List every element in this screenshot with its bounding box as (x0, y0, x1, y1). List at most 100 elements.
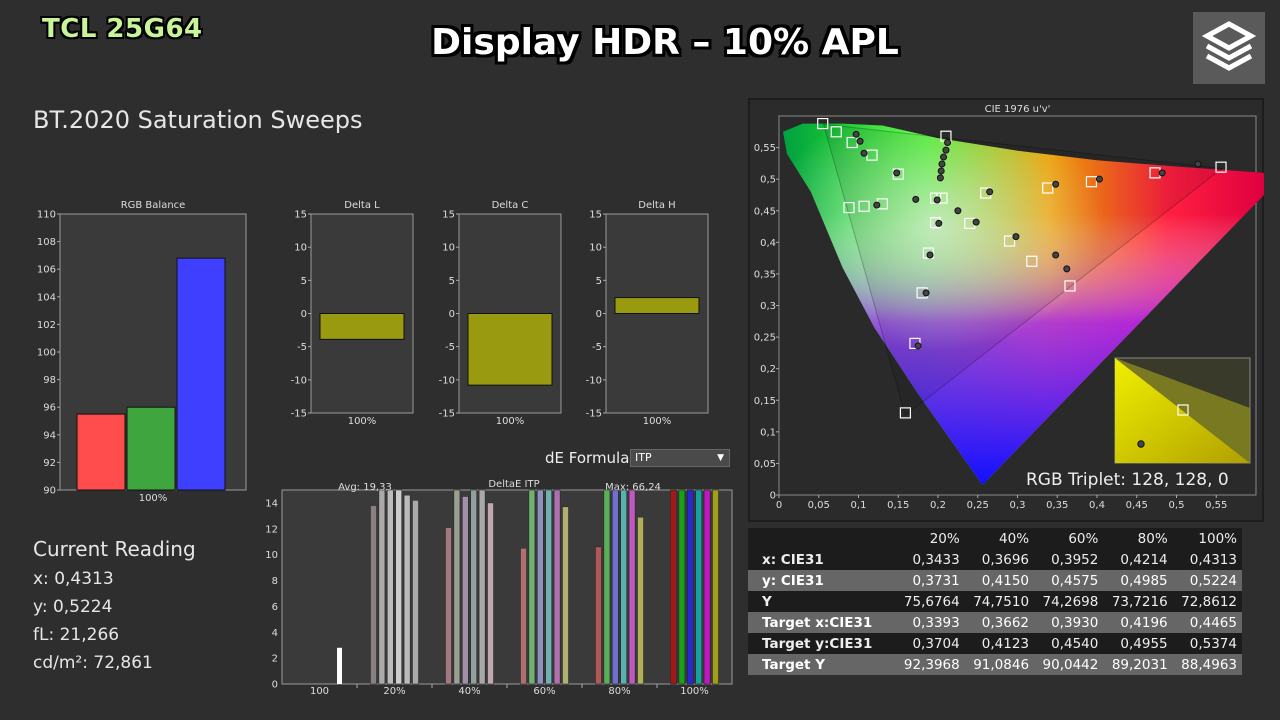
delta-l-ytick-label: 5 (301, 276, 307, 287)
delta-l-ytick-label: -5 (297, 342, 307, 353)
deltae-bar (628, 489, 636, 685)
cie-xtick-label: 0,15 (887, 500, 909, 511)
cie-measured-marker (944, 139, 952, 147)
delta-l-ytick-label: 0 (301, 309, 307, 320)
deltae-bar (595, 546, 602, 685)
cie-ytick-label: 0,2 (760, 364, 776, 375)
deltae-bar (703, 489, 711, 685)
cie-xtick-label: 0,1 (851, 500, 867, 511)
deltae-bar (562, 506, 569, 685)
de-formula-select[interactable]: ITP ▼ (630, 449, 730, 467)
delta-h-ytick-label: -15 (586, 409, 602, 420)
cie-xtick-label: 0,25 (967, 500, 989, 511)
delta-c-xtick-label: 100% (496, 416, 525, 427)
cie-measured-marker (1194, 160, 1202, 168)
table-row-label: y: CIE31 (748, 570, 896, 591)
deltae-bar (453, 489, 461, 685)
reading-cd: cd/m²: 72,861 (33, 653, 153, 673)
deltae-bar (445, 527, 452, 685)
table-cell: 0,4465 (1172, 612, 1242, 633)
de-formula-label: dE Formula: (545, 449, 635, 467)
rgb-balance-bar (176, 257, 226, 491)
cie-measured-marker (914, 342, 922, 350)
delta-l-title: Delta L (344, 200, 380, 211)
cie-measured-marker (936, 174, 944, 182)
deltae-ytick-label: 6 (272, 602, 278, 613)
cie-ytick-label: 0,05 (754, 459, 776, 470)
reading-y: y: 0,5224 (33, 597, 113, 617)
deltae-bar (395, 489, 402, 685)
cie-measured-marker (922, 289, 930, 297)
deltae-bar (687, 489, 694, 685)
reading-fl: fL: 21,266 (33, 625, 120, 645)
rgb-balance-ytick-label: 90 (43, 486, 56, 497)
delta-c-ytick-label: 0 (449, 309, 455, 320)
deltae-bar (337, 647, 342, 684)
table-row: y: CIE31 0,3731 0,4150 0,4575 0,4985 0,5224 (748, 570, 1242, 591)
cie-measured-marker (1052, 180, 1060, 188)
delta-c-ytick-label: -5 (445, 342, 455, 353)
table-cell: 75,6764 (903, 593, 960, 610)
cie-measured-marker (893, 169, 901, 177)
deltae-title: DeltaE ITP (488, 479, 539, 490)
table-row: x: CIE31 0,3433 0,3696 0,3952 0,4214 0,4313 (748, 549, 1242, 570)
table-cell: 88,4963 (1172, 654, 1242, 675)
chevron-down-icon: ▼ (717, 453, 724, 463)
deltae-bar (637, 516, 644, 685)
table-cell: 74,7510 (973, 593, 1030, 610)
deltae-bar (378, 489, 386, 685)
deltae-xtick-label: 40% (458, 686, 480, 697)
deltae-bar (478, 489, 486, 685)
cie-ytick-label: 0,3 (760, 301, 776, 312)
deltae-bar (403, 494, 411, 685)
cie-inset-measured-marker (1137, 440, 1145, 448)
cie-measured-marker (942, 146, 950, 154)
deltae-bar (678, 489, 686, 685)
cie-measured-marker (860, 149, 868, 157)
cie-measured-marker (912, 195, 920, 203)
delta-l-ytick-label: 15 (294, 210, 307, 221)
cie-ytick-label: 0,25 (754, 333, 776, 344)
rgb-balance-ytick-label: 108 (37, 237, 56, 248)
table-cell: 90,0442 (1034, 654, 1104, 675)
rgb-balance-ytick-label: 102 (37, 320, 56, 331)
current-reading-panel: Current Reading x: 0,4313 y: 0,5224 fL: … (33, 537, 196, 681)
cie-measured-marker (972, 218, 980, 226)
de-formula-value: ITP (635, 451, 652, 464)
rgb-balance-ytick-label: 100 (37, 348, 56, 359)
table-cell: 0,3704 (912, 635, 960, 652)
reading-x: x: 0,4313 (33, 569, 114, 589)
cie-ytick-label: 0,55 (754, 143, 776, 154)
table-cell: 0,4150 (964, 570, 1035, 591)
cie-measured-marker (937, 167, 945, 175)
delta-c-ytick-label: -15 (439, 409, 455, 420)
rgb-balance-ytick-label: 96 (43, 403, 56, 414)
deltae-bar (470, 489, 477, 685)
deltae-bar (603, 489, 611, 685)
cie-ytick-label: 0,15 (754, 396, 776, 407)
delta-c-ytick-label: 15 (442, 210, 455, 221)
delta-l-ytick-label: -15 (291, 409, 307, 420)
deltae-bar (528, 489, 536, 685)
rgb-balance-title: RGB Balance (121, 200, 186, 211)
cie-ytick-label: 0,4 (760, 238, 776, 249)
cie-measured-marker (926, 251, 934, 259)
rgb-balance-bar (76, 413, 126, 491)
delta-h-ytick-label: 15 (589, 210, 602, 221)
table-header-row: 20% 40% 60% 80% 100% (748, 528, 1242, 549)
table-cell: 0,3433 (912, 551, 960, 568)
cie-xtick-label: 0,05 (808, 500, 830, 511)
table-cell: 0,4540 (1051, 635, 1099, 652)
delta-h-ytick-label: -5 (592, 342, 602, 353)
table-row-label: Target y:CIE31 (762, 635, 873, 652)
table-cell: 0,3731 (895, 570, 965, 591)
deltae-plot-area (281, 489, 733, 685)
deltae-bar (670, 489, 677, 685)
table-header-cell: 40% (999, 530, 1030, 547)
delta-c-ytick-label: 5 (449, 276, 455, 287)
rgb-balance-ytick-label: 110 (37, 210, 56, 221)
deltae-bar (412, 500, 419, 685)
rgb-triplet-label: RGB Triplet: 128, 128, 0 (1026, 470, 1229, 490)
deltae-ytick-label: 8 (272, 576, 278, 587)
cie-measured-marker (938, 160, 946, 168)
